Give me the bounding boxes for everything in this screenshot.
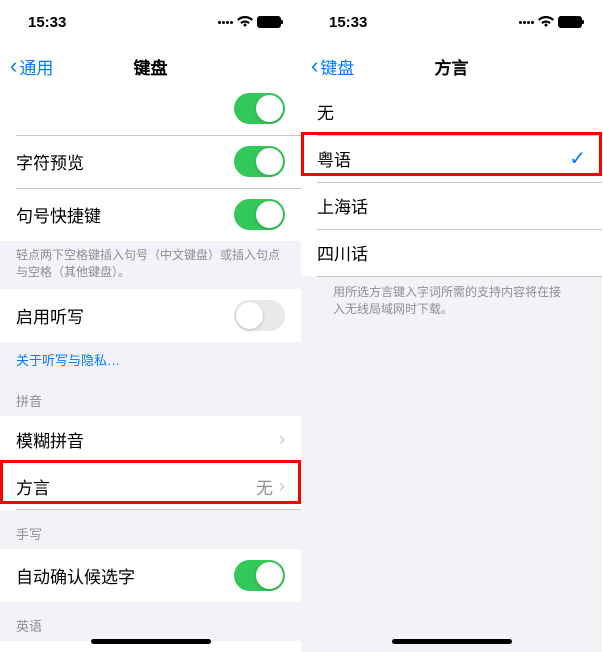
wifi-icon [237, 16, 253, 28]
chevron-right-icon: › [279, 476, 285, 497]
row-label: 粤语 [317, 146, 351, 171]
page-title: 方言 [435, 54, 469, 79]
toggle-switch[interactable] [234, 560, 285, 591]
status-time: 15:33 [28, 14, 66, 31]
signal-icon [218, 21, 233, 24]
dialect-option-none[interactable]: 无 [301, 88, 602, 135]
home-indicator[interactable] [392, 639, 512, 644]
toggle-switch[interactable] [234, 300, 285, 331]
dialect-option-cantonese[interactable]: 粤语 ✓ [301, 135, 602, 182]
checkmark-icon: ✓ [569, 146, 586, 171]
toggle-switch[interactable] [234, 93, 285, 124]
row-label: 模糊拼音 [16, 427, 84, 452]
dialect-option-sichuanese[interactable]: 四川话 [301, 229, 602, 276]
back-button[interactable]: ‹ 键盘 [311, 54, 354, 79]
footer-text: 轻点两下空格键插入句号（中文键盘）或插入句点与空格（其他键盘）。 [0, 241, 301, 289]
toggle-switch[interactable] [234, 146, 285, 177]
battery-icon [558, 16, 582, 28]
back-button[interactable]: ‹ 通用 [10, 54, 53, 79]
dialect-row[interactable]: 方言 无 › [0, 463, 301, 510]
row-label: 方言 [16, 474, 50, 499]
row-label: 四川话 [317, 240, 368, 265]
section-header-english: 英语 [0, 602, 301, 641]
wifi-icon [538, 16, 554, 28]
row-label: 字符预览 [16, 149, 84, 174]
back-label: 键盘 [320, 54, 354, 79]
period-shortcut-row[interactable]: 句号快捷键 [0, 188, 301, 241]
toggle-switch[interactable] [234, 199, 285, 230]
status-icons [218, 16, 281, 28]
char-preview-row[interactable]: 字符预览 [0, 135, 301, 188]
auto-confirm-row[interactable]: 自动确认候选字 [0, 549, 301, 602]
status-time: 15:33 [329, 14, 367, 31]
chevron-left-icon: ‹ [311, 55, 318, 77]
status-bar: 15:33 [301, 0, 602, 44]
section-header-pinyin: 拼音 [0, 377, 301, 416]
battery-icon [257, 16, 281, 28]
row-label: 句号快捷键 [16, 202, 101, 227]
partial-row[interactable] [0, 88, 301, 135]
fuzzy-pinyin-row[interactable]: 模糊拼音 › [0, 416, 301, 463]
page-title: 键盘 [134, 54, 168, 79]
nav-bar: ‹ 通用 键盘 [0, 44, 301, 88]
dialect-option-shanghainese[interactable]: 上海话 [301, 182, 602, 229]
privacy-link[interactable]: 关于听写与隐私… [0, 342, 301, 377]
status-icons [519, 16, 582, 28]
row-label: 自动确认候选字 [16, 563, 135, 588]
enable-dictation-row[interactable]: 启用听写 [0, 289, 301, 342]
row-label: 无 [317, 99, 334, 124]
footer-text: 用所选方言键入字词所需的支持内容将在接入无线局域网时下载。 [301, 276, 602, 326]
home-indicator[interactable] [91, 639, 211, 644]
back-label: 通用 [19, 54, 53, 79]
chevron-right-icon: › [279, 429, 285, 450]
chevron-left-icon: ‹ [10, 55, 17, 77]
nav-bar: ‹ 键盘 方言 [301, 44, 602, 88]
row-label: 上海话 [317, 193, 368, 218]
section-header-handwriting: 手写 [0, 510, 301, 549]
signal-icon [519, 21, 534, 24]
row-label: 启用听写 [16, 303, 84, 328]
status-bar: 15:33 [0, 0, 301, 44]
row-value: 无 [256, 474, 273, 499]
